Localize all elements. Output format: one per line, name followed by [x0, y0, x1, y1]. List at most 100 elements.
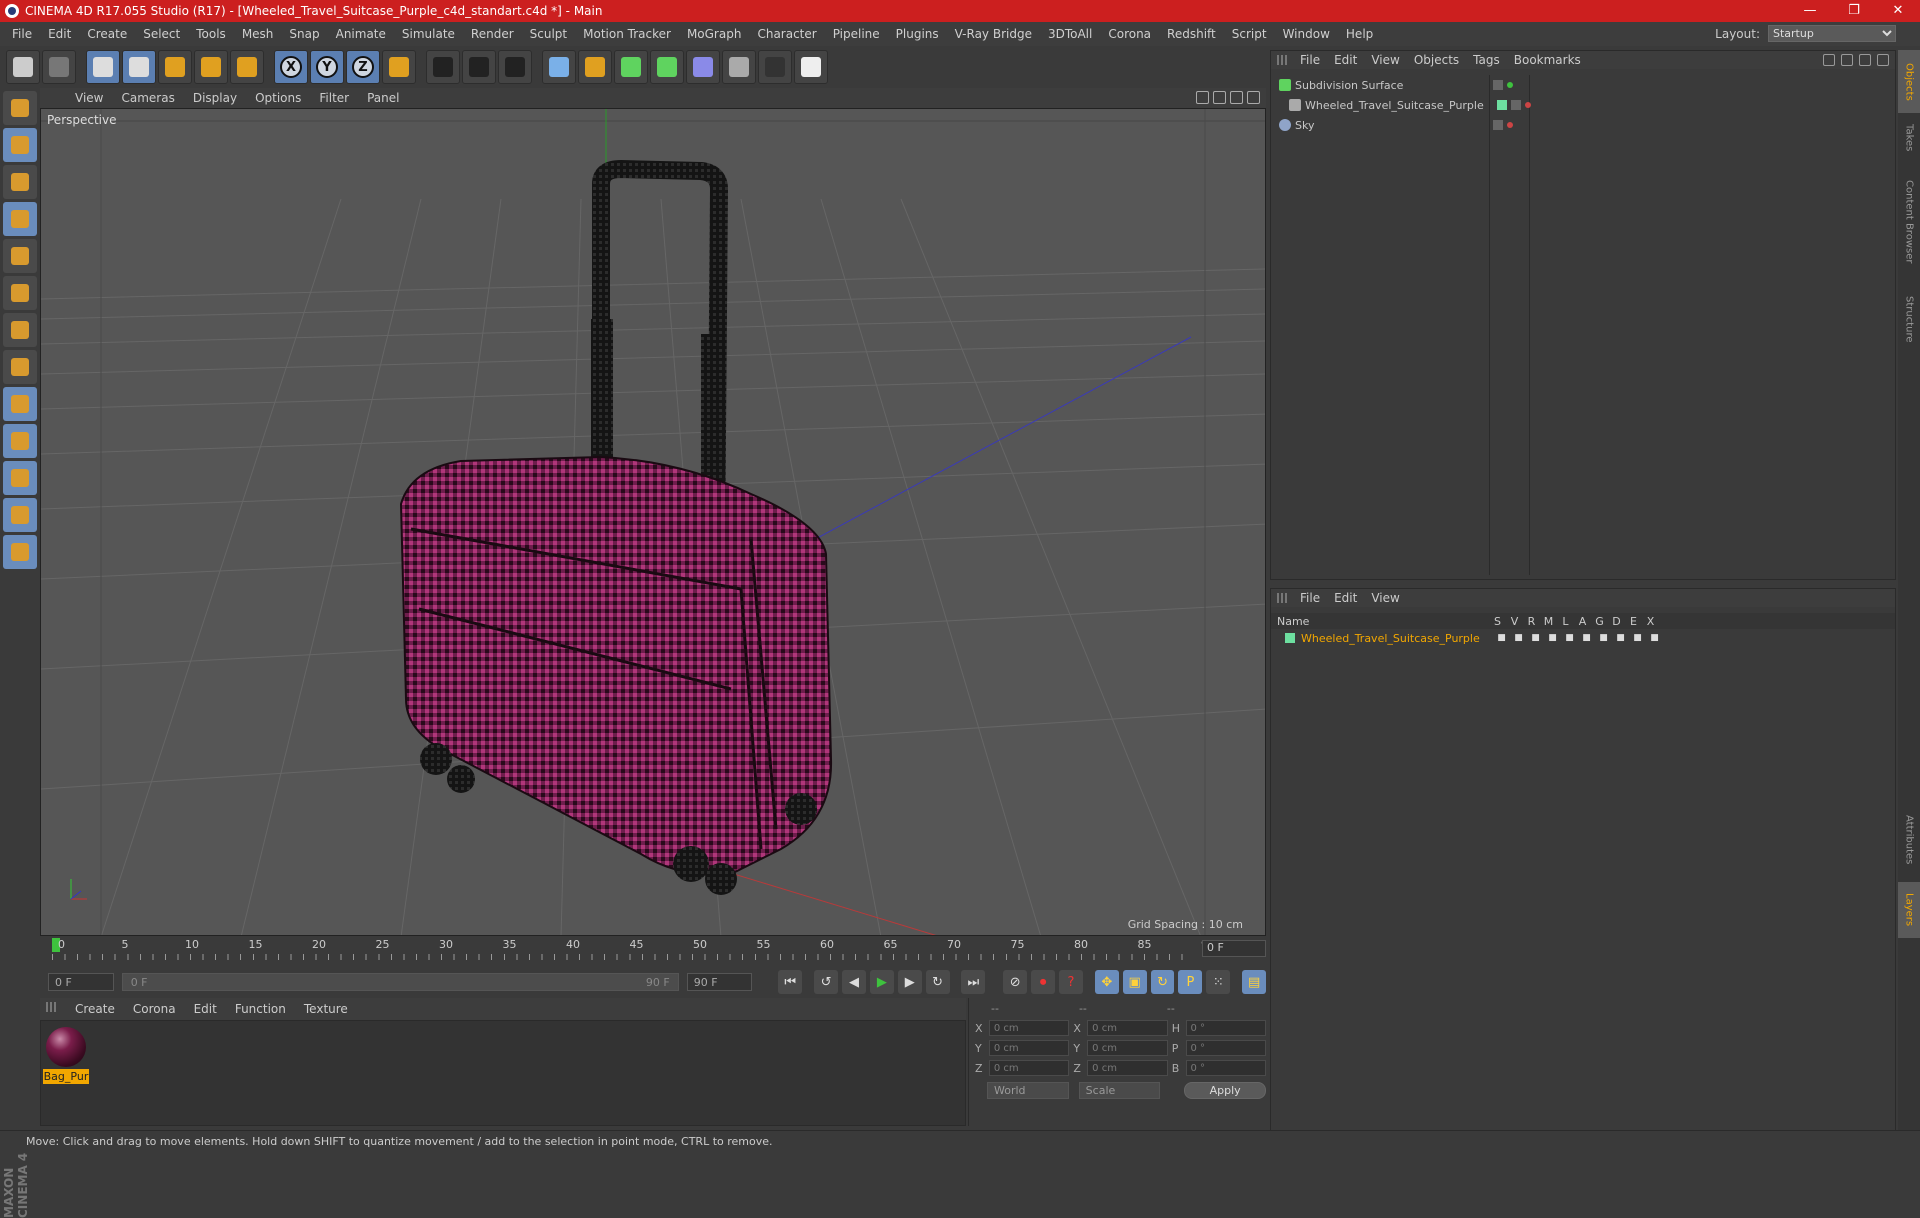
- next-frame-icon[interactable]: ▶: [897, 970, 922, 994]
- menu-mesh[interactable]: Mesh: [234, 27, 282, 41]
- position-field[interactable]: 0 cm: [988, 1060, 1070, 1076]
- coord-system-dropdown[interactable]: World: [987, 1082, 1069, 1099]
- object-row[interactable]: Wheeled_Travel_Suitcase_Purple: [1271, 95, 1897, 115]
- apply-button[interactable]: Apply: [1184, 1082, 1266, 1099]
- autokey-icon[interactable]: ⏺: [1031, 970, 1056, 994]
- side-tab-takes[interactable]: Takes: [1898, 113, 1920, 162]
- viewport-menu-options[interactable]: Options: [246, 91, 310, 105]
- deformer-icon[interactable]: [686, 50, 720, 84]
- render-visibility-icon[interactable]: [1507, 82, 1513, 88]
- menu-mograph[interactable]: MoGraph: [679, 27, 750, 41]
- material-swatch[interactable]: Bag_Pur: [43, 1025, 89, 1085]
- object-menu-view[interactable]: View: [1364, 53, 1406, 67]
- render-view-icon[interactable]: [426, 50, 460, 84]
- start-frame-field[interactable]: 0 F: [48, 973, 114, 991]
- menu-sculpt[interactable]: Sculpt: [522, 27, 575, 41]
- side-tab-layers[interactable]: Layers: [1898, 882, 1920, 938]
- make-editable-icon[interactable]: [3, 91, 37, 125]
- menu-simulate[interactable]: Simulate: [394, 27, 463, 41]
- goto-start-icon[interactable]: ⏮: [778, 970, 803, 994]
- floor-icon[interactable]: [722, 50, 756, 84]
- menu-select[interactable]: Select: [135, 27, 188, 41]
- menu-window[interactable]: Window: [1275, 27, 1338, 41]
- close-button[interactable]: ✕: [1876, 0, 1920, 22]
- end-frame-field[interactable]: 90 F: [686, 973, 753, 991]
- layer-row[interactable]: Wheeled_Travel_Suitcase_Purple ■ ■ ■ ■ ■ ■ ■ ■ ■ ■: [1271, 629, 1895, 647]
- camera-icon[interactable]: [758, 50, 792, 84]
- menu-create[interactable]: Create: [79, 27, 135, 41]
- key-position-icon[interactable]: ✥: [1094, 970, 1119, 994]
- menu-snap[interactable]: Snap: [281, 27, 327, 41]
- move-view-icon[interactable]: [1213, 91, 1226, 104]
- object-menu-file[interactable]: File: [1293, 53, 1327, 67]
- layer-menu-edit[interactable]: Edit: [1327, 591, 1364, 605]
- keyframe-selection-icon[interactable]: ?: [1059, 970, 1083, 994]
- key-rotation-icon[interactable]: ↻: [1150, 970, 1175, 994]
- editor-visibility-icon[interactable]: [1511, 100, 1521, 110]
- key-pla-icon[interactable]: ⁙: [1206, 970, 1231, 994]
- timeline-ruler[interactable]: 051015202530354045505560657075808590 0 F: [40, 936, 1266, 962]
- material-menu-texture[interactable]: Texture: [295, 1002, 357, 1016]
- menu-tools[interactable]: Tools: [188, 27, 234, 41]
- perspective-viewport[interactable]: Perspective Grid Spacing : 10 cm: [40, 108, 1266, 936]
- move-icon[interactable]: [122, 50, 156, 84]
- subdivision-icon[interactable]: [614, 50, 648, 84]
- viewport-menu-display[interactable]: Display: [184, 91, 246, 105]
- x-axis-icon[interactable]: X: [274, 50, 308, 84]
- polygons-mode-icon[interactable]: [3, 313, 37, 347]
- object-menu-edit[interactable]: Edit: [1327, 53, 1364, 67]
- layer-menu-view[interactable]: View: [1364, 591, 1406, 605]
- minimize-panel-icon[interactable]: [1859, 54, 1871, 66]
- lock-icon[interactable]: ■: [1561, 633, 1578, 643]
- object-row[interactable]: Subdivision Surface: [1271, 75, 1897, 95]
- material-menu-edit[interactable]: Edit: [185, 1002, 226, 1016]
- z-axis-icon[interactable]: Z: [346, 50, 380, 84]
- menu-character[interactable]: Character: [749, 27, 824, 41]
- pen-spline-icon[interactable]: [578, 50, 612, 84]
- side-tab-objects[interactable]: Objects: [1898, 50, 1920, 113]
- menu-animate[interactable]: Animate: [328, 27, 394, 41]
- rotate-icon[interactable]: [194, 50, 228, 84]
- menu-3dtoall[interactable]: 3DToAll: [1040, 27, 1100, 41]
- prev-frame-icon[interactable]: ◀: [842, 970, 866, 994]
- object-menu-bookmarks[interactable]: Bookmarks: [1507, 53, 1588, 67]
- side-tab-structure[interactable]: Structure: [1898, 281, 1920, 358]
- workplane-icon[interactable]: [3, 202, 37, 236]
- layout-dropdown[interactable]: Startup: [1768, 25, 1896, 42]
- cloner-icon[interactable]: [650, 50, 684, 84]
- world-coordinates-icon[interactable]: [382, 50, 416, 84]
- side-tab-attributes[interactable]: Attributes: [1898, 798, 1920, 882]
- position-field[interactable]: 0 cm: [988, 1020, 1070, 1036]
- menu-redshift[interactable]: Redshift: [1159, 27, 1224, 41]
- snapping-icon[interactable]: [3, 424, 37, 458]
- ruler-ticks[interactable]: 051015202530354045505560657075808590: [52, 936, 1215, 962]
- menu-file[interactable]: File: [4, 27, 40, 41]
- model-mode-icon[interactable]: [3, 128, 37, 162]
- menu-motion-tracker[interactable]: Motion Tracker: [575, 27, 679, 41]
- object-menu-tags[interactable]: Tags: [1466, 53, 1507, 67]
- light-icon[interactable]: [794, 50, 828, 84]
- pan-icon[interactable]: [1196, 91, 1209, 104]
- side-tab-content-browser[interactable]: Content Browser: [1898, 162, 1920, 281]
- editor-visibility-icon[interactable]: [1493, 120, 1503, 130]
- cube-icon[interactable]: [542, 50, 576, 84]
- coord-mode-dropdown[interactable]: Scale: [1078, 1082, 1161, 1099]
- solo-icon[interactable]: ■: [1493, 633, 1510, 643]
- visible-icon[interactable]: ■: [1510, 633, 1527, 643]
- generators-icon[interactable]: ■: [1595, 633, 1612, 643]
- soft-selection-icon[interactable]: [3, 461, 37, 495]
- animation-icon[interactable]: ■: [1578, 633, 1595, 643]
- position-field[interactable]: 0 cm: [988, 1040, 1070, 1056]
- move-last-icon[interactable]: [230, 50, 264, 84]
- size-field[interactable]: 0 cm: [1087, 1020, 1168, 1036]
- key-scale-icon[interactable]: ▣: [1122, 970, 1147, 994]
- record-active-icon[interactable]: ⊘: [1003, 970, 1028, 994]
- rotation-field[interactable]: 0 °: [1185, 1060, 1267, 1076]
- scale-icon[interactable]: [158, 50, 192, 84]
- render-visibility-icon[interactable]: [1525, 102, 1531, 108]
- size-field[interactable]: 0 cm: [1087, 1040, 1168, 1056]
- menu-edit[interactable]: Edit: [40, 27, 79, 41]
- deformers-icon[interactable]: ■: [1612, 633, 1629, 643]
- expressions-icon[interactable]: ■: [1629, 633, 1646, 643]
- object-row[interactable]: Sky: [1271, 115, 1897, 135]
